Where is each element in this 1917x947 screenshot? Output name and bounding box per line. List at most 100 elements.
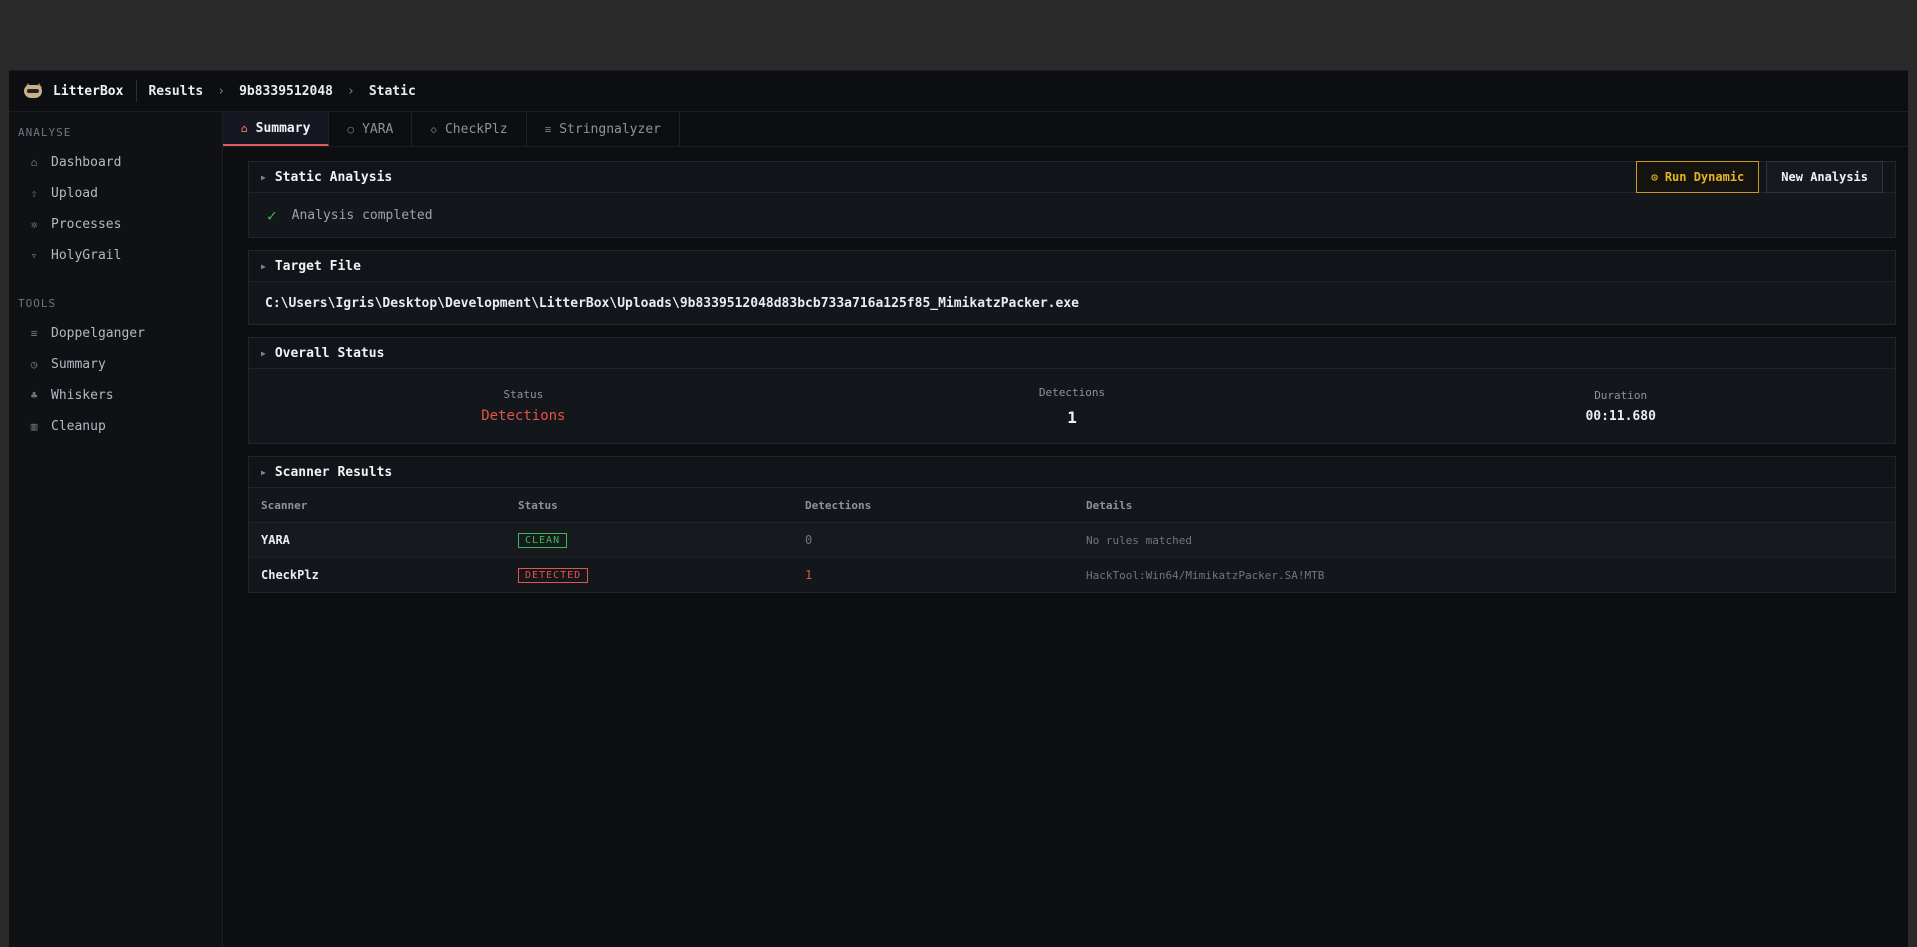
clock-icon: ◷: [30, 358, 38, 371]
list-icon: ≡: [30, 327, 38, 340]
chevron-right-icon: ›: [217, 83, 226, 99]
grail-icon: ▿: [30, 249, 38, 262]
sidebar-section-analyse: ANALYSE: [18, 126, 72, 139]
breadcrumb: Results › 9b8339512048 › Static: [137, 84, 415, 99]
triangle-right-icon: ▶: [261, 348, 266, 358]
panel-title: Overall Status: [274, 345, 385, 361]
column-header: Detections: [793, 488, 1074, 523]
top-bar: LitterBox Results › 9b8339512048 › Stati…: [9, 71, 1908, 112]
status-label: Status: [503, 388, 544, 401]
sidebar-item-label: Whiskers: [51, 388, 114, 403]
panel-title: Target File: [274, 258, 361, 274]
triangle-right-icon: ▶: [261, 467, 266, 477]
overall-status-panel: ▶ Overall Status Status Detections Detec…: [248, 337, 1896, 444]
tab-label: Stringnalyzer: [559, 121, 661, 137]
tab-summary[interactable]: ⌂ Summary: [223, 112, 330, 146]
detections-count: 0: [793, 522, 1074, 558]
analysis-status: ✓ Analysis completed: [249, 193, 1895, 237]
check-icon: ✓: [267, 205, 277, 225]
panel-header[interactable]: ▶ Scanner Results: [249, 457, 1895, 488]
home-icon: ⌂: [241, 121, 248, 135]
status-badge: CLEAN: [518, 533, 568, 548]
sidebar-item-upload[interactable]: ⇧ Upload: [9, 178, 222, 209]
gear-icon: ✲: [30, 218, 38, 231]
text-lines-icon: ≡: [544, 122, 552, 136]
status-value: Detections: [481, 408, 566, 424]
detections-cell: Detections 1: [798, 369, 1347, 443]
analysis-status-text: Analysis completed: [291, 207, 433, 223]
target-file-path: C:\Users\Igris\Desktop\Development\Litte…: [265, 295, 1079, 311]
home-icon: ⌂: [30, 156, 38, 169]
breadcrumb-hash[interactable]: 9b8339512048: [239, 84, 333, 99]
upload-icon: ⇧: [30, 187, 38, 200]
sidebar-item-cleanup[interactable]: ▥ Cleanup: [9, 411, 222, 442]
detections-value: 1: [1067, 407, 1077, 427]
scanner-results-table: Scanner Status Detections Details YARA C…: [249, 488, 1895, 592]
panel-title: Static Analysis: [274, 169, 393, 185]
app-name: LitterBox: [53, 83, 124, 99]
sidebar-item-label: Summary: [51, 357, 106, 372]
panel-header[interactable]: ▶ Static Analysis ⊙ Run Dynamic New Anal…: [249, 161, 1895, 193]
column-header: Scanner: [249, 488, 506, 523]
button-label: New Analysis: [1781, 170, 1868, 184]
chevron-right-icon: ›: [347, 83, 355, 99]
sidebar-item-dashboard[interactable]: ⌂ Dashboard: [9, 147, 222, 178]
breadcrumb-results[interactable]: Results: [148, 84, 203, 99]
duration-cell: Duration 00:11.680: [1346, 369, 1895, 443]
detections-count: 1: [805, 568, 813, 582]
detections-label: Detections: [1038, 385, 1106, 399]
breadcrumb-current: Static: [368, 83, 416, 99]
static-analysis-panel: ▶ Static Analysis ⊙ Run Dynamic New Anal…: [248, 161, 1896, 238]
column-header: Status: [506, 488, 793, 523]
sidebar-item-label: Processes: [51, 217, 122, 232]
sidebar: ANALYSE ⌂ Dashboard ⇧ Upload ✲ Processes…: [9, 112, 223, 947]
triangle-right-icon: ▶: [261, 172, 266, 182]
scanner-name: YARA: [249, 522, 506, 558]
tab-label: YARA: [362, 121, 394, 137]
raccoon-logo-icon: [23, 83, 43, 99]
run-dynamic-button[interactable]: ⊙ Run Dynamic: [1636, 161, 1760, 193]
panel-title: Scanner Results: [274, 464, 393, 480]
play-circle-icon: ⊙: [1651, 170, 1658, 184]
sidebar-item-holygrail[interactable]: ▿ HolyGrail: [9, 240, 222, 271]
details-text: No rules matched: [1074, 522, 1895, 558]
sidebar-item-processes[interactable]: ✲ Processes: [9, 209, 222, 240]
app-window: LitterBox Results › 9b8339512048 › Stati…: [9, 70, 1908, 947]
column-header: Details: [1074, 488, 1895, 523]
sidebar-item-label: Upload: [51, 186, 98, 201]
triangle-right-icon: ▶: [261, 261, 266, 271]
duration-value: 00:11.680: [1585, 408, 1656, 424]
tab-label: Summary: [255, 120, 311, 136]
sidebar-item-doppelganger[interactable]: ≡ Doppelganger: [9, 318, 222, 349]
main-content: ▶ Static Analysis ⊙ Run Dynamic New Anal…: [248, 161, 1896, 605]
scanner-results-panel: ▶ Scanner Results Scanner Status Detecti…: [248, 456, 1896, 593]
brand[interactable]: LitterBox: [9, 80, 138, 102]
panel-header[interactable]: ▶ Target File: [249, 251, 1895, 282]
sidebar-item-whiskers[interactable]: ♣ Whiskers: [9, 380, 222, 411]
sidebar-item-summary[interactable]: ◷ Summary: [9, 349, 222, 380]
tab-stringnalyzer[interactable]: ≡ Stringnalyzer: [527, 112, 680, 146]
table-row: YARA CLEAN 0 No rules matched: [249, 522, 1895, 558]
target-file-panel: ▶ Target File C:\Users\Igris\Desktop\Dev…: [248, 250, 1896, 325]
scanner-name: CheckPlz: [261, 568, 319, 582]
button-label: Run Dynamic: [1664, 170, 1745, 184]
sidebar-item-label: Cleanup: [51, 419, 106, 434]
status-badge: DETECTED: [518, 568, 589, 583]
search-icon: ○: [347, 122, 355, 136]
status-cell: Status Detections: [249, 369, 798, 443]
sidebar-item-label: HolyGrail: [51, 248, 122, 263]
tab-bar: ⌂ Summary ○ YARA ◇ CheckPlz ≡ Stringnaly…: [223, 112, 1908, 147]
tab-checkplz[interactable]: ◇ CheckPlz: [412, 112, 527, 146]
tab-label: CheckPlz: [444, 121, 508, 137]
sidebar-section-tools: TOOLS: [18, 297, 57, 310]
details-text: HackTool:Win64/MimikatzPacker.SA!MTB: [1086, 568, 1325, 582]
sidebar-item-label: Dashboard: [51, 155, 122, 170]
duration-label: Duration: [1594, 388, 1648, 402]
sidebar-item-label: Doppelganger: [51, 326, 145, 341]
new-analysis-button[interactable]: New Analysis: [1766, 161, 1883, 193]
paw-icon: ♣: [30, 389, 38, 402]
trash-icon: ▥: [30, 420, 38, 433]
shield-icon: ◇: [430, 122, 437, 136]
tab-yara[interactable]: ○ YARA: [329, 112, 413, 146]
panel-header[interactable]: ▶ Overall Status: [249, 338, 1895, 369]
